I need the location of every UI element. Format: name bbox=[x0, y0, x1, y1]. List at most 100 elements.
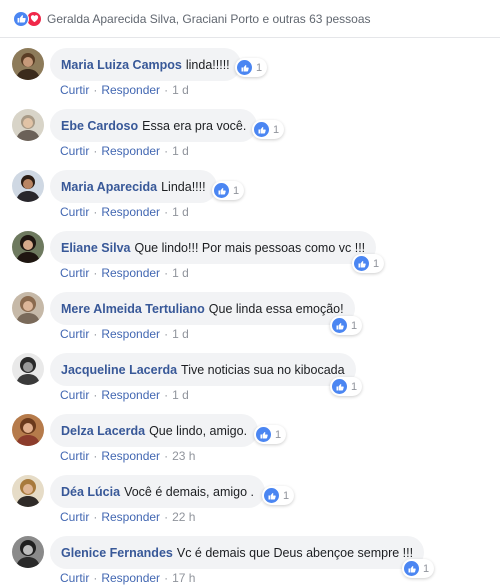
comment: Mere Almeida Tertuliano Que linda essa e… bbox=[0, 282, 500, 343]
like-icon bbox=[332, 318, 347, 333]
comment-bubble: Maria Aparecida Linda!!!! bbox=[50, 170, 217, 203]
comment-bubble: Delza Lacerda Que lindo, amigo. bbox=[50, 414, 259, 447]
comment-timestamp[interactable]: 1 d bbox=[172, 205, 189, 219]
avatar[interactable] bbox=[12, 231, 44, 263]
avatar[interactable] bbox=[12, 475, 44, 507]
like-icon bbox=[237, 60, 252, 75]
comment-actions: Curtir · Responder · 1 d bbox=[60, 388, 189, 402]
comment-reaction-count[interactable]: 1 bbox=[262, 486, 295, 505]
comment-reaction-count[interactable]: 1 bbox=[402, 559, 435, 578]
reaction-count: 1 bbox=[233, 184, 240, 197]
comment-reaction-count[interactable]: 1 bbox=[235, 58, 268, 77]
like-button[interactable]: Curtir bbox=[60, 571, 89, 585]
comment-timestamp[interactable]: 1 d bbox=[172, 388, 189, 402]
separator: · bbox=[164, 449, 169, 463]
avatar[interactable] bbox=[12, 170, 44, 202]
comment-reaction-count[interactable]: 1 bbox=[252, 120, 285, 139]
avatar[interactable] bbox=[12, 109, 44, 141]
comment-text: Essa era pra você. bbox=[142, 118, 247, 133]
reaction-count: 1 bbox=[283, 489, 290, 502]
comment-author[interactable]: Delza Lacerda bbox=[61, 424, 145, 438]
like-icon bbox=[254, 122, 269, 137]
comment-actions: Curtir · Responder · 1 d bbox=[60, 144, 189, 158]
comment-author[interactable]: Déa Lúcia bbox=[61, 485, 120, 499]
comment-actions: Curtir · Responder · 1 d bbox=[60, 83, 189, 97]
like-button[interactable]: Curtir bbox=[60, 449, 89, 463]
comment-text: Linda!!!! bbox=[161, 179, 206, 194]
comment-author[interactable]: Ebe Cardoso bbox=[61, 119, 138, 133]
comment-author[interactable]: Maria Luiza Campos bbox=[61, 58, 182, 72]
reply-button[interactable]: Responder bbox=[101, 205, 160, 219]
avatar[interactable] bbox=[12, 353, 44, 385]
comment-author[interactable]: Jacqueline Lacerda bbox=[61, 363, 177, 377]
comment-author[interactable]: Mere Almeida Tertuliano bbox=[61, 302, 205, 316]
comment-timestamp[interactable]: 17 h bbox=[172, 571, 195, 585]
like-button[interactable]: Curtir bbox=[60, 388, 89, 402]
like-button[interactable]: Curtir bbox=[60, 83, 89, 97]
comment-actions: Curtir · Responder · 22 h bbox=[60, 510, 195, 524]
comment-text: Que lindo!!! Por mais pessoas como vc !!… bbox=[134, 240, 366, 255]
comment-text: Você é demais, amigo . bbox=[124, 484, 254, 499]
reply-button[interactable]: Responder bbox=[101, 144, 160, 158]
separator: · bbox=[93, 388, 98, 402]
reply-button[interactable]: Responder bbox=[101, 83, 160, 97]
comment-reaction-count[interactable]: 1 bbox=[330, 377, 363, 396]
separator: · bbox=[93, 144, 98, 158]
reply-button[interactable]: Responder bbox=[101, 449, 160, 463]
reaction-count: 1 bbox=[275, 428, 282, 441]
like-button[interactable]: Curtir bbox=[60, 266, 89, 280]
separator: · bbox=[164, 83, 169, 97]
comment-timestamp[interactable]: 1 d bbox=[172, 266, 189, 280]
comment-author[interactable]: Maria Aparecida bbox=[61, 180, 157, 194]
separator: · bbox=[93, 266, 98, 280]
comment-text: Tive noticias sua no kibocada bbox=[181, 362, 345, 377]
like-button[interactable]: Curtir bbox=[60, 144, 89, 158]
avatar[interactable] bbox=[12, 292, 44, 324]
like-icon bbox=[214, 183, 229, 198]
reply-button[interactable]: Responder bbox=[101, 327, 160, 341]
separator: · bbox=[164, 144, 169, 158]
separator: · bbox=[93, 327, 98, 341]
comment: Maria Aparecida Linda!!!! 1 Curtir · Res… bbox=[0, 160, 500, 221]
comment-timestamp[interactable]: 23 h bbox=[172, 449, 195, 463]
separator: · bbox=[164, 388, 169, 402]
separator: · bbox=[164, 205, 169, 219]
avatar[interactable] bbox=[12, 414, 44, 446]
reply-button[interactable]: Responder bbox=[101, 388, 160, 402]
avatar[interactable] bbox=[12, 48, 44, 80]
comment-reaction-count[interactable]: 1 bbox=[212, 181, 245, 200]
comment-bubble: Glenice Fernandes Vc é demais que Deus a… bbox=[50, 536, 425, 569]
comment-author[interactable]: Eliane Silva bbox=[61, 241, 130, 255]
reply-button[interactable]: Responder bbox=[101, 571, 160, 585]
separator: · bbox=[93, 571, 98, 585]
reaction-names[interactable]: Geralda Aparecida Silva, Graciani Porto … bbox=[47, 12, 371, 26]
like-button[interactable]: Curtir bbox=[60, 205, 89, 219]
comment-bubble: Eliane Silva Que lindo!!! Por mais pesso… bbox=[50, 231, 377, 264]
comment-reaction-count[interactable]: 1 bbox=[254, 425, 287, 444]
comment: Delza Lacerda Que lindo, amigo. 1 Curtir… bbox=[0, 404, 500, 465]
comment-reaction-count[interactable]: 1 bbox=[352, 254, 385, 273]
comment-author[interactable]: Glenice Fernandes bbox=[61, 546, 173, 560]
comment-bubble: Mere Almeida Tertuliano Que linda essa e… bbox=[50, 292, 355, 325]
comment: Eliane Silva Que lindo!!! Por mais pesso… bbox=[0, 221, 500, 282]
comment-timestamp[interactable]: 1 d bbox=[172, 327, 189, 341]
like-button[interactable]: Curtir bbox=[60, 510, 89, 524]
reply-button[interactable]: Responder bbox=[101, 510, 160, 524]
comment: Maria Luiza Campos linda!!!!! 1 Curtir ·… bbox=[0, 38, 500, 99]
reaction-count: 1 bbox=[423, 562, 430, 575]
avatar[interactable] bbox=[12, 536, 44, 568]
comment: Ebe Cardoso Essa era pra você. 1 Curtir … bbox=[0, 99, 500, 160]
like-icon bbox=[13, 10, 29, 27]
like-button[interactable]: Curtir bbox=[60, 327, 89, 341]
comment-actions: Curtir · Responder · 17 h bbox=[60, 571, 195, 585]
comment-actions: Curtir · Responder · 1 d bbox=[60, 327, 189, 341]
comment-timestamp[interactable]: 1 d bbox=[172, 144, 189, 158]
reaction-count: 1 bbox=[351, 380, 358, 393]
reactions-summary[interactable]: Geralda Aparecida Silva, Graciani Porto … bbox=[0, 0, 500, 38]
reply-button[interactable]: Responder bbox=[101, 266, 160, 280]
comment-text: Que linda essa emoção! bbox=[208, 301, 344, 316]
comment-reaction-count[interactable]: 1 bbox=[330, 316, 363, 335]
comment-timestamp[interactable]: 22 h bbox=[172, 510, 195, 524]
like-icon bbox=[264, 488, 279, 503]
comment-timestamp[interactable]: 1 d bbox=[172, 83, 189, 97]
